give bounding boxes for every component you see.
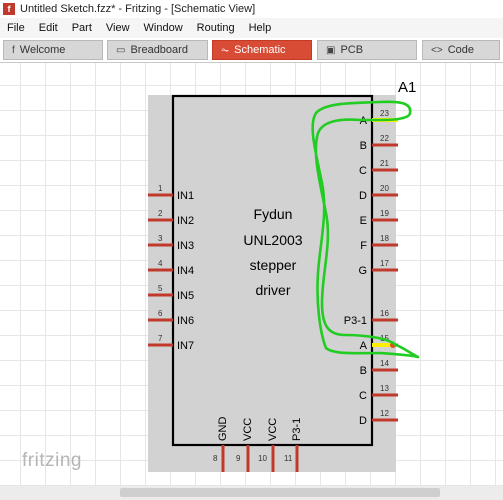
- pin-label: A: [360, 340, 368, 352]
- fritzing-logo: fritzing: [22, 450, 82, 471]
- pin-label: C: [359, 165, 367, 177]
- pin-number: 5: [158, 284, 163, 293]
- pin-label: P3-1: [344, 315, 367, 327]
- pin-number: 20: [380, 184, 389, 193]
- pin-label: IN3: [177, 240, 194, 252]
- menu-window[interactable]: Window: [137, 22, 190, 34]
- tab-schematic[interactable]: ⏦ Schematic: [212, 40, 312, 60]
- pin-number: 7: [158, 334, 163, 343]
- part-name-line: driver: [255, 282, 290, 298]
- pin-number: 11: [284, 454, 293, 463]
- pin-label: B: [360, 365, 367, 377]
- horizontal-scrollbar[interactable]: [0, 486, 503, 500]
- tab-label: Breadboard: [130, 44, 188, 56]
- pin-label: IN7: [177, 340, 194, 352]
- menu-routing[interactable]: Routing: [190, 22, 242, 34]
- tab-label: Welcome: [19, 44, 66, 56]
- pin-number: 21: [380, 159, 389, 168]
- pin-label: IN1: [177, 190, 194, 202]
- code-icon: <>: [431, 44, 443, 56]
- pin-label: IN5: [177, 290, 194, 302]
- part-name-line: UNL2003: [243, 232, 302, 248]
- scrollbar-thumb[interactable]: [120, 488, 440, 497]
- part-name-line: stepper: [250, 257, 297, 273]
- menu-view[interactable]: View: [99, 22, 137, 34]
- pin-number: 10: [258, 454, 267, 463]
- tab-code[interactable]: <> Code: [422, 40, 500, 60]
- pin-label: P3-1: [291, 418, 303, 441]
- breadboard-icon: ▭: [116, 44, 126, 56]
- pin-label: F: [360, 240, 367, 252]
- view-tabs: f Welcome ▭ Breadboard ⏦ Schematic ▣ PCB…: [0, 38, 503, 63]
- pin-number: 13: [380, 384, 389, 393]
- pin-number: 17: [380, 259, 389, 268]
- part-reference: A1: [398, 79, 416, 96]
- schematic-canvas[interactable]: A1 Fydun UNL2003 stepper driver 1 IN1 2 …: [0, 63, 503, 500]
- menu-file[interactable]: File: [0, 22, 32, 34]
- menu-edit[interactable]: Edit: [32, 22, 65, 34]
- pin-number: 14: [380, 359, 389, 368]
- tab-welcome[interactable]: f Welcome: [3, 40, 103, 60]
- pin-number: 22: [380, 134, 389, 143]
- fritzing-icon: f: [3, 3, 15, 15]
- title-bar: f Untitled Sketch.fzz* - Fritzing - [Sch…: [0, 0, 503, 18]
- pin-label: G: [358, 265, 367, 277]
- schematic-drawing: A1 Fydun UNL2003 stepper driver 1 IN1 2 …: [148, 79, 420, 472]
- part-name-line: Fydun: [254, 206, 293, 222]
- pin-number: 9: [236, 454, 241, 463]
- pin-number: 4: [158, 259, 163, 268]
- pin-label: VCC: [242, 418, 254, 441]
- welcome-icon: f: [12, 44, 15, 56]
- pin-number: 6: [158, 309, 163, 318]
- pcb-icon: ▣: [326, 44, 336, 56]
- pin-number: 8: [213, 454, 218, 463]
- menu-part[interactable]: Part: [65, 22, 99, 34]
- pin-label: E: [360, 215, 367, 227]
- tab-label: Schematic: [234, 44, 286, 56]
- tab-breadboard[interactable]: ▭ Breadboard: [107, 40, 208, 60]
- pin-label: IN2: [177, 215, 194, 227]
- pin-number: 12: [380, 409, 389, 418]
- pin-label: D: [359, 190, 367, 202]
- tab-pcb[interactable]: ▣ PCB: [317, 40, 417, 60]
- schematic-icon: ⏦: [221, 44, 230, 56]
- pin-number: 19: [380, 209, 389, 218]
- window-title: Untitled Sketch.fzz* - Fritzing - [Schem…: [20, 3, 256, 15]
- pin-number: 18: [380, 234, 389, 243]
- pin-number: 2: [158, 209, 163, 218]
- pin-label: VCC: [267, 418, 279, 441]
- pin-number: 23: [380, 109, 389, 118]
- pin-number: 1: [158, 184, 163, 193]
- menu-bar: File Edit Part View Window Routing Help: [0, 18, 503, 38]
- pin-label: D: [359, 415, 367, 427]
- pin-label: IN6: [177, 315, 194, 327]
- pin-number: 3: [158, 234, 163, 243]
- pin-label: IN4: [177, 265, 194, 277]
- pin-label: B: [360, 140, 367, 152]
- pin-number: 16: [380, 309, 389, 318]
- menu-help[interactable]: Help: [242, 22, 279, 34]
- pin-label: GND: [217, 417, 229, 442]
- tab-label: Code: [447, 44, 474, 56]
- pin-label: C: [359, 390, 367, 402]
- tab-label: PCB: [340, 44, 364, 56]
